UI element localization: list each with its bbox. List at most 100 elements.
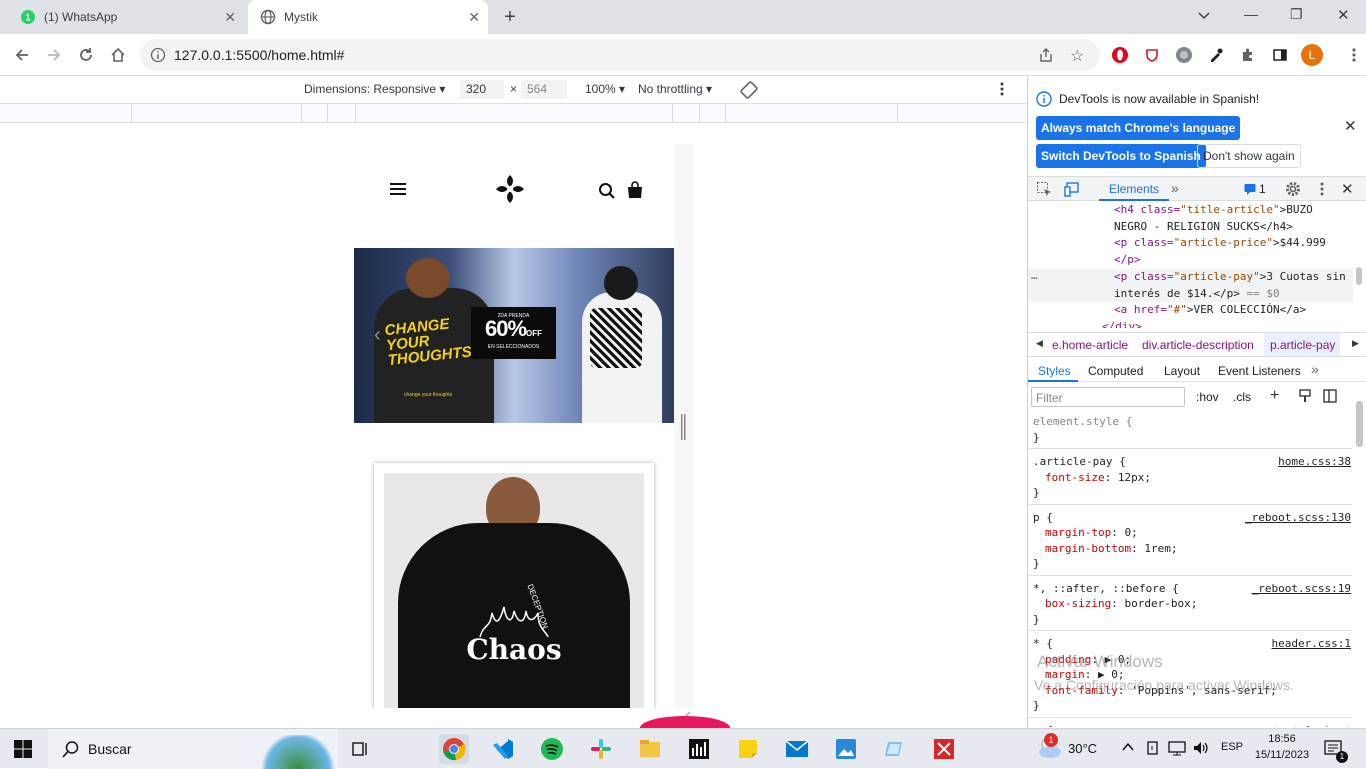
breadcrumb-left-icon[interactable]: ◀ — [1036, 338, 1043, 349]
style-property[interactable]: margin-bottom: 1rem; — [1033, 541, 1347, 557]
slack-taskbar-icon[interactable] — [586, 734, 616, 764]
volume-icon[interactable] — [1192, 740, 1210, 759]
tab-elements[interactable]: Elements — [1099, 177, 1169, 201]
mail-taskbar-icon[interactable] — [782, 734, 812, 764]
style-rule[interactable]: p {user agent stylesheetdisplay: block; — [1028, 722, 1352, 728]
maximize-button[interactable]: ❐ — [1290, 6, 1303, 23]
show-hidden-icons-chevron-icon[interactable] — [1121, 740, 1135, 757]
hamburger-menu-icon[interactable] — [390, 182, 406, 199]
sticky-notes-taskbar-icon[interactable] — [733, 734, 763, 764]
style-rule[interactable]: .article-pay {home.css:38 font-size: 12px… — [1028, 453, 1352, 505]
zoom-dropdown[interactable]: 100% ▾ — [585, 82, 625, 96]
rule-source-link[interactable]: _reboot.scss:130 — [1245, 510, 1351, 526]
throttling-dropdown[interactable]: No throttling ▾ — [638, 82, 712, 96]
close-infobar-icon[interactable]: ✕ — [1344, 117, 1357, 135]
color-picker-extension-icon[interactable] — [1202, 41, 1230, 69]
clock-date[interactable]: 15/11/2023 — [1249, 749, 1315, 761]
inspect-element-icon[interactable] — [1036, 181, 1052, 200]
file-explorer-taskbar-icon[interactable] — [635, 734, 665, 764]
task-view-icon[interactable] — [345, 734, 375, 764]
dom-line[interactable]: </p> — [1028, 252, 1353, 269]
breadcrumb-selected[interactable]: p.article-pay — [1264, 333, 1340, 356]
tab-computed[interactable]: Computed — [1088, 364, 1143, 378]
dom-line[interactable]: <a href="#">VER COLECCIÓN</a> — [1028, 302, 1353, 319]
search-icon[interactable] — [598, 182, 616, 203]
reload-icon[interactable] — [72, 41, 100, 69]
switch-to-spanish-button[interactable]: Switch DevTools to Spanish — [1036, 144, 1206, 168]
extensions-puzzle-icon[interactable] — [1234, 41, 1262, 69]
product-card[interactable]: Chaos DECEPTION — [374, 463, 654, 708]
mystik-logo-icon[interactable] — [494, 173, 526, 208]
media-query-bar[interactable] — [0, 104, 1027, 123]
windows-start-icon[interactable] — [8, 734, 38, 764]
more-subtabs-icon[interactable]: » — [1311, 361, 1319, 377]
styles-scrollbar[interactable] — [1352, 387, 1366, 727]
weather-temperature[interactable]: 30°C — [1068, 741, 1097, 756]
dom-line[interactable]: interés de $14.</p> == $0 — [1028, 285, 1353, 303]
style-rule[interactable]: element.style {} — [1028, 413, 1352, 449]
clock-time[interactable]: 18:56 — [1259, 733, 1305, 745]
dont-show-again-button[interactable]: Don't show again — [1197, 144, 1301, 168]
hov-toggle[interactable]: :hov — [1196, 390, 1219, 404]
home-icon[interactable] — [104, 41, 132, 69]
share-icon[interactable] — [1038, 47, 1054, 66]
tab-event-listeners[interactable]: Event Listeners — [1218, 364, 1301, 378]
photos-taskbar-icon[interactable] — [831, 734, 861, 764]
device-more-icon[interactable] — [1000, 82, 1004, 99]
bookmark-star-icon[interactable]: ☆ — [1070, 46, 1084, 66]
dom-ellipsis-icon[interactable]: … — [1031, 268, 1038, 285]
input-language[interactable]: ESP — [1221, 741, 1243, 753]
more-tabs-icon[interactable]: » — [1171, 180, 1179, 196]
dimensions-dropdown[interactable]: Dimensions: Responsive ▾ — [304, 82, 445, 96]
spotify-taskbar-icon[interactable] — [537, 734, 567, 764]
close-tab-icon[interactable]: ✕ — [468, 9, 480, 26]
style-property[interactable]: margin-top: 0; — [1033, 525, 1347, 541]
shopping-bag-icon[interactable] — [627, 181, 643, 202]
style-rule[interactable]: p {_reboot.scss:130 margin-top: 0; margin-… — [1028, 509, 1352, 576]
device-icon[interactable] — [1146, 740, 1160, 759]
tab-layout[interactable]: Layout — [1164, 364, 1200, 378]
dom-line[interactable]: <p class="article-pay">3 Cuotas sin — [1028, 268, 1353, 286]
cls-toggle[interactable]: .cls — [1233, 390, 1251, 404]
dom-line[interactable]: <p class="article-price">$44.999 — [1028, 235, 1353, 252]
tab-mystik[interactable]: Mystik ✕ — [248, 0, 488, 34]
devtools-menu-icon[interactable] — [1320, 182, 1324, 199]
device-mode-icon[interactable] — [1064, 181, 1080, 200]
tab-styles[interactable]: Styles — [1028, 358, 1078, 382]
close-window-button[interactable]: ✕ — [1337, 6, 1350, 24]
banner-carousel[interactable]: CHANGE YOUR THOUGHTS change your thought… — [354, 248, 674, 423]
style-rule[interactable]: *, ::after, ::before {_reboot.scss:19 box… — [1028, 580, 1352, 631]
style-property[interactable]: box-sizing: border-box; — [1033, 596, 1347, 612]
tab-search-chevron-icon[interactable] — [1196, 7, 1216, 27]
dom-line[interactable]: NEGRO - RELIGION SUCKS</h4> — [1028, 219, 1353, 236]
rule-source-link[interactable]: home.css:38 — [1278, 454, 1351, 470]
breadcrumb-right-icon[interactable]: ▶ — [1352, 338, 1359, 349]
side-panel-icon[interactable] — [1266, 41, 1294, 69]
opera-extension-icon[interactable] — [1106, 41, 1134, 69]
new-style-rule-icon[interactable]: + — [1270, 387, 1279, 405]
network-icon[interactable] — [1168, 740, 1186, 759]
height-input[interactable]: 564 — [521, 80, 567, 99]
issues-icon[interactable] — [1244, 183, 1256, 198]
site-info-icon[interactable] — [150, 47, 166, 66]
profile-avatar[interactable]: L — [1301, 44, 1323, 66]
carousel-next-icon[interactable]: › — [644, 324, 651, 347]
style-property[interactable]: font-size: 12px; — [1033, 470, 1347, 486]
new-tab-button[interactable]: + — [498, 5, 522, 29]
kebab-menu-icon[interactable] — [1340, 41, 1366, 69]
minimize-button[interactable]: — — [1244, 6, 1258, 22]
side-resize-handle[interactable] — [681, 414, 687, 443]
dom-line[interactable]: </div> — [1028, 319, 1353, 328]
paint-brush-icon[interactable] — [1298, 389, 1312, 406]
styles-filter-input[interactable]: Filter — [1031, 387, 1185, 407]
rule-source-link[interactable]: user agent stylesheet — [1212, 723, 1351, 728]
rule-source-link[interactable]: _reboot.scss:19 — [1252, 581, 1351, 597]
dom-line[interactable]: <h4 class="title-article">BUZO — [1028, 202, 1353, 219]
back-arrow-icon[interactable] — [8, 41, 36, 69]
url-text[interactable]: 127.0.0.1:5500/home.html# — [174, 47, 344, 63]
forward-arrow-icon[interactable] — [40, 41, 68, 69]
always-match-language-button[interactable]: Always match Chrome's language — [1036, 116, 1241, 140]
vscode-taskbar-icon[interactable] — [488, 734, 518, 764]
toggle-sidebar-icon[interactable] — [1323, 389, 1337, 406]
grammar-extension-icon[interactable] — [1170, 41, 1198, 69]
